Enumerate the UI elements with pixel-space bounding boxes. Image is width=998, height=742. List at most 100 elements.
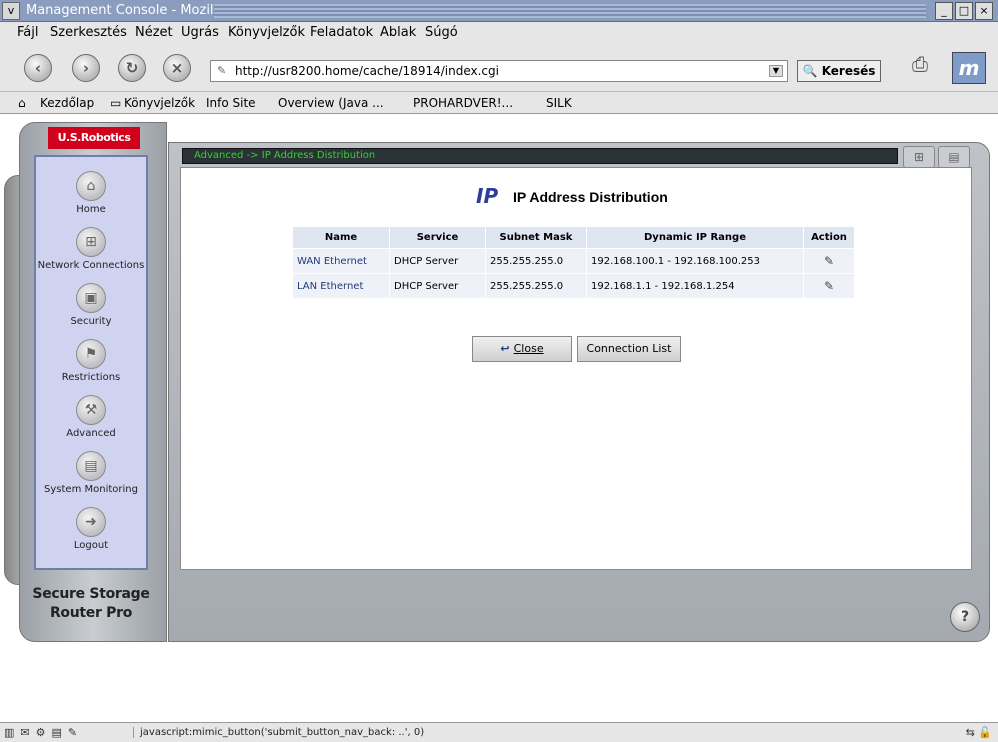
window-title: Management Console - Mozilla: [26, 3, 226, 18]
monitor-icon: ▤: [76, 451, 106, 481]
bookmarks-bar: ⌂ Kezdőlap ▭ Könyvjelzők Info Site Overv…: [0, 92, 998, 114]
chevron-down-icon[interactable]: ▼: [769, 65, 783, 77]
component-bar-icons[interactable]: ▥✉⚙▤✎: [4, 726, 83, 739]
menu-go[interactable]: Ugrás: [181, 25, 219, 40]
table-row: WAN Ethernet DHCP Server 255.255.255.0 1…: [293, 249, 854, 273]
cell-service: DHCP Server: [390, 249, 485, 273]
bookmark-overview[interactable]: Overview (Java ...: [278, 96, 384, 110]
sidebar-nav: ⌂ Home ⊞ Network Connections ▣ Security …: [34, 155, 148, 570]
col-header-name: Name: [293, 227, 389, 248]
bookmark-home[interactable]: Kezdőlap: [40, 96, 94, 110]
help-icon[interactable]: ?: [950, 602, 980, 632]
reload-button[interactable]: ↻: [118, 54, 146, 82]
breadcrumb: Advanced -> IP Address Distribution: [182, 148, 898, 164]
mozilla-logo[interactable]: m: [952, 52, 986, 84]
maximize-icon[interactable]: □: [955, 2, 973, 20]
col-header-service: Service: [390, 227, 485, 248]
close-button-label: Close: [513, 342, 544, 355]
menu-edit[interactable]: Szerkesztés: [50, 25, 127, 40]
bookmark-silk[interactable]: SILK: [546, 96, 572, 110]
menu-help[interactable]: Súgó: [425, 25, 458, 40]
url-text: http://usr8200.home/cache/18914/index.cg…: [235, 64, 499, 78]
close-icon[interactable]: ×: [975, 2, 993, 20]
cell-ip-range: 192.168.100.1 - 192.168.100.253: [587, 249, 803, 273]
product-name: Secure Storage Router Pro: [22, 585, 160, 623]
cell-ip-range: 192.168.1.1 - 192.168.1.254: [587, 274, 803, 298]
home-icon: ⌂: [76, 171, 106, 201]
back-arrow-icon: ↩: [500, 342, 510, 355]
col-header-dynamic-ip-range: Dynamic IP Range: [587, 227, 803, 248]
menu-view[interactable]: Nézet: [135, 25, 173, 40]
status-text: javascript:mimic_button('submit_button_n…: [133, 727, 424, 738]
sidebar-item-logout[interactable]: ➜ Logout: [36, 507, 146, 551]
menu-window[interactable]: Ablak: [380, 25, 416, 40]
cell-name[interactable]: LAN Ethernet: [293, 274, 389, 298]
menu-bar: Fájl Szerkesztés Nézet Ugrás Könyvjelzők…: [0, 22, 998, 44]
url-field[interactable]: ✎ http://usr8200.home/cache/18914/index.…: [210, 60, 788, 82]
cell-action: ✎: [804, 274, 854, 298]
tools-icon: ⚒: [76, 395, 106, 425]
search-button-label: Keresés: [821, 64, 876, 78]
sidebar-item-security[interactable]: ▣ Security: [36, 283, 146, 327]
notes-icon[interactable]: ▤: [938, 146, 970, 168]
security-lock-icon[interactable]: ⇆ 🔓: [966, 726, 992, 739]
sidebar-item-label: Restrictions: [61, 372, 121, 383]
chevron-down-icon[interactable]: v: [2, 2, 20, 20]
menu-file[interactable]: Fájl: [17, 25, 38, 40]
stop-button[interactable]: ×: [163, 54, 191, 82]
page-title: IP Address Distribution: [513, 189, 668, 205]
sidebar-item-advanced[interactable]: ⚒ Advanced: [36, 395, 146, 439]
back-button[interactable]: ‹: [24, 54, 52, 82]
product-name-line1: Secure Storage: [32, 586, 150, 602]
cell-subnet-mask: 255.255.255.0: [486, 274, 586, 298]
col-header-action: Action: [804, 227, 854, 248]
sidebar-item-system-monitoring[interactable]: ▤ System Monitoring: [36, 451, 146, 495]
cell-subnet-mask: 255.255.255.0: [486, 249, 586, 273]
close-button[interactable]: ↩ Close: [472, 336, 572, 362]
bookmark-info-site[interactable]: Info Site: [206, 96, 256, 110]
cell-name[interactable]: WAN Ethernet: [293, 249, 389, 273]
sidebar-item-label: Network Connections: [37, 260, 145, 271]
search-button[interactable]: 🔍 Keresés: [797, 60, 881, 82]
product-name-line2: Router Pro: [49, 605, 133, 621]
sidebar-item-label: Logout: [73, 540, 109, 551]
window-titlebar: v Management Console - Mozilla _ □ ×: [0, 0, 998, 22]
sidebar-item-label: Security: [70, 316, 112, 327]
menu-bookmarks[interactable]: Könyvjelzők: [228, 25, 305, 40]
sidebar-item-label: Advanced: [66, 428, 116, 439]
connection-list-label: Connection List: [586, 342, 672, 355]
edit-icon[interactable]: ✎: [820, 279, 838, 293]
sidebar-item-label: Home: [76, 204, 106, 215]
sidebar-item-home[interactable]: ⌂ Home: [36, 171, 146, 215]
ip-distribution-table: Name Service Subnet Mask Dynamic IP Rang…: [292, 226, 855, 299]
restrictions-icon: ⚑: [76, 339, 106, 369]
sidebar-item-network-connections[interactable]: ⊞ Network Connections: [36, 227, 146, 271]
titlebar-stripes: [214, 4, 926, 18]
network-icon: ⊞: [76, 227, 106, 257]
cell-action: ✎: [804, 249, 854, 273]
col-header-subnet-mask: Subnet Mask: [486, 227, 586, 248]
table-header-row: Name Service Subnet Mask Dynamic IP Rang…: [293, 227, 854, 248]
bookmark-folder[interactable]: Könyvjelzők: [124, 96, 195, 110]
connection-list-button[interactable]: Connection List: [577, 336, 681, 362]
menu-tasks[interactable]: Feladatok: [310, 25, 373, 40]
home-icon[interactable]: ⌂: [18, 96, 26, 110]
cell-service: DHCP Server: [390, 274, 485, 298]
lock-icon: ▣: [76, 283, 106, 313]
sidebar-item-restrictions[interactable]: ⚑ Restrictions: [36, 339, 146, 383]
search-icon: 🔍: [802, 64, 818, 78]
forward-button[interactable]: ›: [72, 54, 100, 82]
edit-icon[interactable]: ✎: [820, 254, 838, 268]
minimize-icon[interactable]: _: [935, 2, 953, 20]
usrobotics-logo: U.S.Robotics: [48, 127, 140, 149]
ip-distribution-icon: IP: [476, 184, 499, 208]
folder-icon: ▭: [110, 96, 122, 110]
status-bar: ▥✉⚙▤✎ javascript:mimic_button('submit_bu…: [0, 722, 998, 742]
bookmark-prohardver[interactable]: PROHARDVER!...: [413, 96, 513, 110]
page-icon: ✎: [217, 64, 227, 77]
sitemap-icon[interactable]: ⊞: [903, 146, 935, 168]
sidebar-item-label: System Monitoring: [44, 484, 138, 495]
print-icon[interactable]: ⎙: [905, 52, 935, 82]
table-row: LAN Ethernet DHCP Server 255.255.255.0 1…: [293, 274, 854, 298]
logout-icon: ➜: [76, 507, 106, 537]
